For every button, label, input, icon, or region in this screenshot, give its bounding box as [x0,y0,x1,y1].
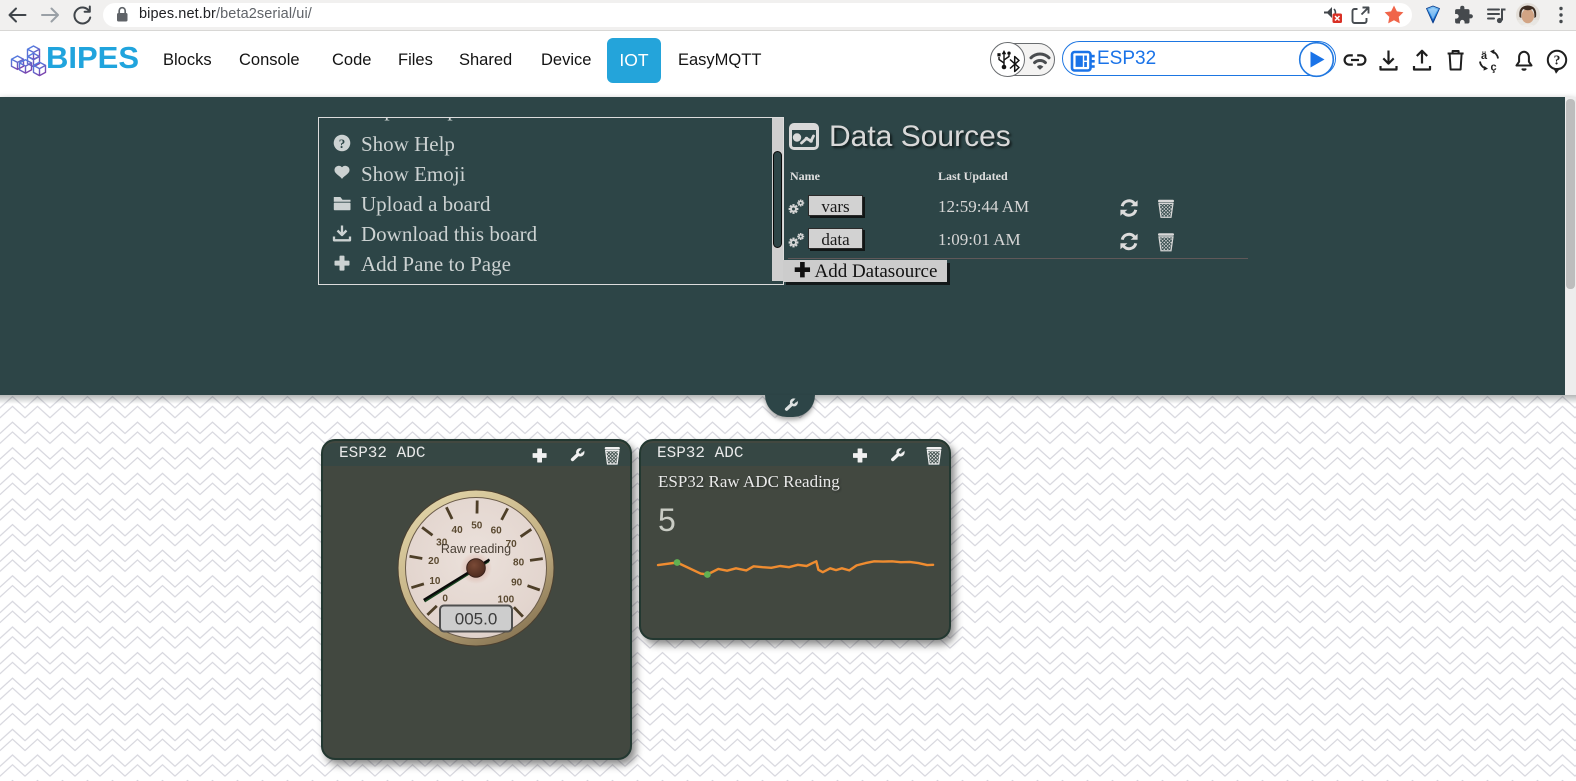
svg-text:100: 100 [498,594,515,605]
svg-text:40: 40 [452,525,464,536]
svg-text:0: 0 [442,593,448,604]
svg-text:10: 10 [429,576,441,587]
svg-text:60: 60 [491,526,503,537]
svg-text:20: 20 [428,556,440,567]
svg-text:005.0: 005.0 [455,610,498,629]
svg-text:90: 90 [511,578,523,589]
svg-text:50: 50 [471,521,483,532]
svg-text:80: 80 [513,558,525,569]
